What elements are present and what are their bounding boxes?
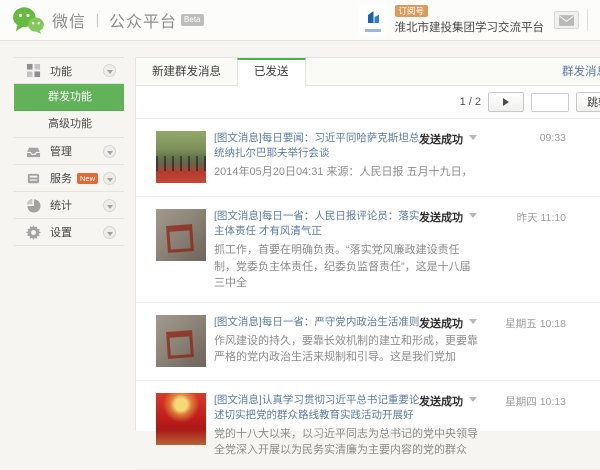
message-description: 抓工作，首要在明确负责。“落实党风廉政建设责任制，党委负主体责任，纪委负监督责任… [214,242,479,292]
message-time: 星期五 10:18 [505,316,566,331]
message-title-link[interactable]: [图文消息]每日要闻：习近平同哈萨克斯坦总统纳扎尔巴耶夫举行会谈 [214,131,426,161]
message-description: 党的十八大以来，以习近平同志为总书记的党中央领导全党深入开展以为民务实清廉为主要… [214,426,479,459]
message-title-link[interactable]: [图文消息]认真学习贯彻习近平总书记重要论述切实把党的群众路线教育实践活动开展好 [214,393,426,423]
tab-new-broadcast[interactable]: 新建群发消息 [136,58,237,86]
sidebar-item-manage[interactable]: 管理 [14,138,124,165]
header-divider [587,9,588,31]
page-indicator: 1 / 2 [460,96,481,108]
message-row: [图文消息]每日一省：人民日报评论员：落实主体责任 才有风清气正 抓工作，首要在… [136,197,600,303]
message-description: 作风建设的持久，要靠长效机制的建立和形成，更要靠严格的党内政治生活来规制和引导。… [214,333,479,366]
product-name: 公众平台 [109,8,177,32]
message-thumbnail-poster-photo [156,393,206,445]
chevron-down-icon [469,319,477,328]
message-row: [图文消息]每日一省：严守党内政治生活准则 作风建设的持久，要靠长效机制的建立和… [136,303,600,381]
sidebar-item-settings[interactable]: 设置 [14,219,124,246]
sidebar-item-features[interactable]: 功能 [14,57,124,84]
message-title-link[interactable]: [图文消息]每日一省：人民日报评论员：落实主体责任 才有风清气正 [214,209,426,239]
wechat-bubbles-icon [12,6,44,34]
account-avatar [359,4,387,36]
new-badge: New [77,173,98,184]
status-label: 发送成功 [419,396,463,408]
account-name: 淮北市建投集团学习交流平台 [395,19,545,35]
sidebar-item-label: 功能 [50,63,72,79]
sidebar-item-label: 群发功能 [48,91,92,103]
sent-message-list: [图文消息]每日要闻：习近平同哈萨克斯坦总统纳扎尔巴耶夫举行会谈 2014年05… [136,119,600,470]
chevron-down-icon[interactable] [103,226,116,239]
sidebar-item-service[interactable]: 服务 New [14,165,124,192]
brand-divider: 丨 [90,10,105,31]
caret-right-icon [503,98,513,106]
chevron-down-icon [469,213,477,222]
account-type-badge: 订阅号 [395,5,429,17]
beta-badge: Beta [181,14,203,26]
message-time: 09:33 [540,132,566,144]
message-thumbnail-stone-photo [156,209,206,261]
status-label: 发送成功 [419,134,463,146]
top-header: 微信 丨 公众平台 Beta 订阅号 淮北市建投集团学习交流平台 [0,0,600,41]
chevron-down-icon[interactable] [103,145,116,158]
message-thumbnail-stone-photo [156,315,206,367]
sidebar-item-label: 管理 [50,143,72,159]
sidebar-item-label: 统计 [50,197,72,213]
message-time: 星期四 10:13 [505,394,566,409]
chevron-down-icon[interactable] [103,172,116,185]
sidebar-item-label: 服务 [50,170,72,186]
status-label: 发送成功 [419,212,463,224]
message-content: [图文消息]认真学习贯彻习近平总书记重要论述切实把党的群众路线教育实践活动开展好… [214,393,426,459]
header-account-area: 订阅号 淮北市建投集团学习交流平台 [359,4,589,36]
message-description: 2014年05月20日04:31 来源：人民日报 五月十九日， [214,164,479,181]
envelope-icon [559,15,574,26]
page-jump-button[interactable]: 跳转 [576,92,600,112]
chevron-down-icon[interactable] [103,199,116,212]
sidebar-item-label: 设置 [50,224,72,240]
page-jump-input[interactable] [531,93,569,112]
chevron-down-icon [469,135,477,144]
message-content: [图文消息]每日一省：严守党内政治生活准则 作风建设的持久，要靠长效机制的建立和… [214,315,426,370]
grid-icon [26,63,41,78]
message-status-dropdown[interactable]: 发送成功 [419,131,477,147]
message-status-dropdown[interactable]: 发送成功 [419,393,477,409]
sidebar-item-broadcast[interactable]: 群发功能 [14,84,124,111]
message-row: [图文消息]认真学习贯彻习近平总书记重要论述切实把党的群众路线教育实践活动开展好… [136,381,600,470]
brand-name: 微信 [52,8,86,32]
messages-button[interactable] [554,11,579,29]
next-page-button[interactable] [488,92,524,112]
message-status-dropdown[interactable]: 发送成功 [419,209,477,225]
message-thumbnail-ceremony-photo [156,131,206,183]
tab-bar: 新建群发消息 已发送 群发消息规则说明 [136,58,600,86]
message-status-dropdown[interactable]: 发送成功 [419,315,477,331]
main-panel: 新建群发消息 已发送 群发消息规则说明 1 / 2 跳转 [图文消息]每日要闻：… [135,57,600,431]
sidebar-item-statistics[interactable]: 统计 [14,192,124,219]
pagination-toolbar: 1 / 2 跳转 [136,86,600,119]
broadcast-rules-link[interactable]: 群发消息规则说明 [552,58,600,85]
cabinet-icon [26,171,41,186]
tab-sent[interactable]: 已发送 [237,58,306,87]
wechat-logo: 微信 丨 公众平台 Beta [12,6,204,34]
status-label: 发送成功 [419,318,463,330]
gear-icon [26,225,41,240]
message-time: 昨天 11:10 [517,210,566,225]
company-logo-icon [363,8,383,28]
sidebar-item-label: 高级功能 [48,118,92,130]
sidebar-item-advanced[interactable]: 高级功能 [14,111,124,138]
message-row: [图文消息]每日要闻：习近平同哈萨克斯坦总统纳扎尔巴耶夫举行会谈 2014年05… [136,119,600,197]
message-title-link[interactable]: [图文消息]每日一省：严守党内政治生活准则 [214,315,426,330]
tray-icon [26,144,41,159]
account-info: 订阅号 淮北市建投集团学习交流平台 [395,5,545,35]
chevron-down-icon[interactable] [103,64,116,77]
sidebar-nav: 功能 群发功能 高级功能 管理 服务 New [14,57,124,246]
message-content: [图文消息]每日一省：人民日报评论员：落实主体责任 才有风清气正 抓工作，首要在… [214,209,426,292]
pie-chart-icon [26,198,41,213]
chevron-down-icon [469,397,477,406]
message-content: [图文消息]每日要闻：习近平同哈萨克斯坦总统纳扎尔巴耶夫举行会谈 2014年05… [214,131,426,186]
